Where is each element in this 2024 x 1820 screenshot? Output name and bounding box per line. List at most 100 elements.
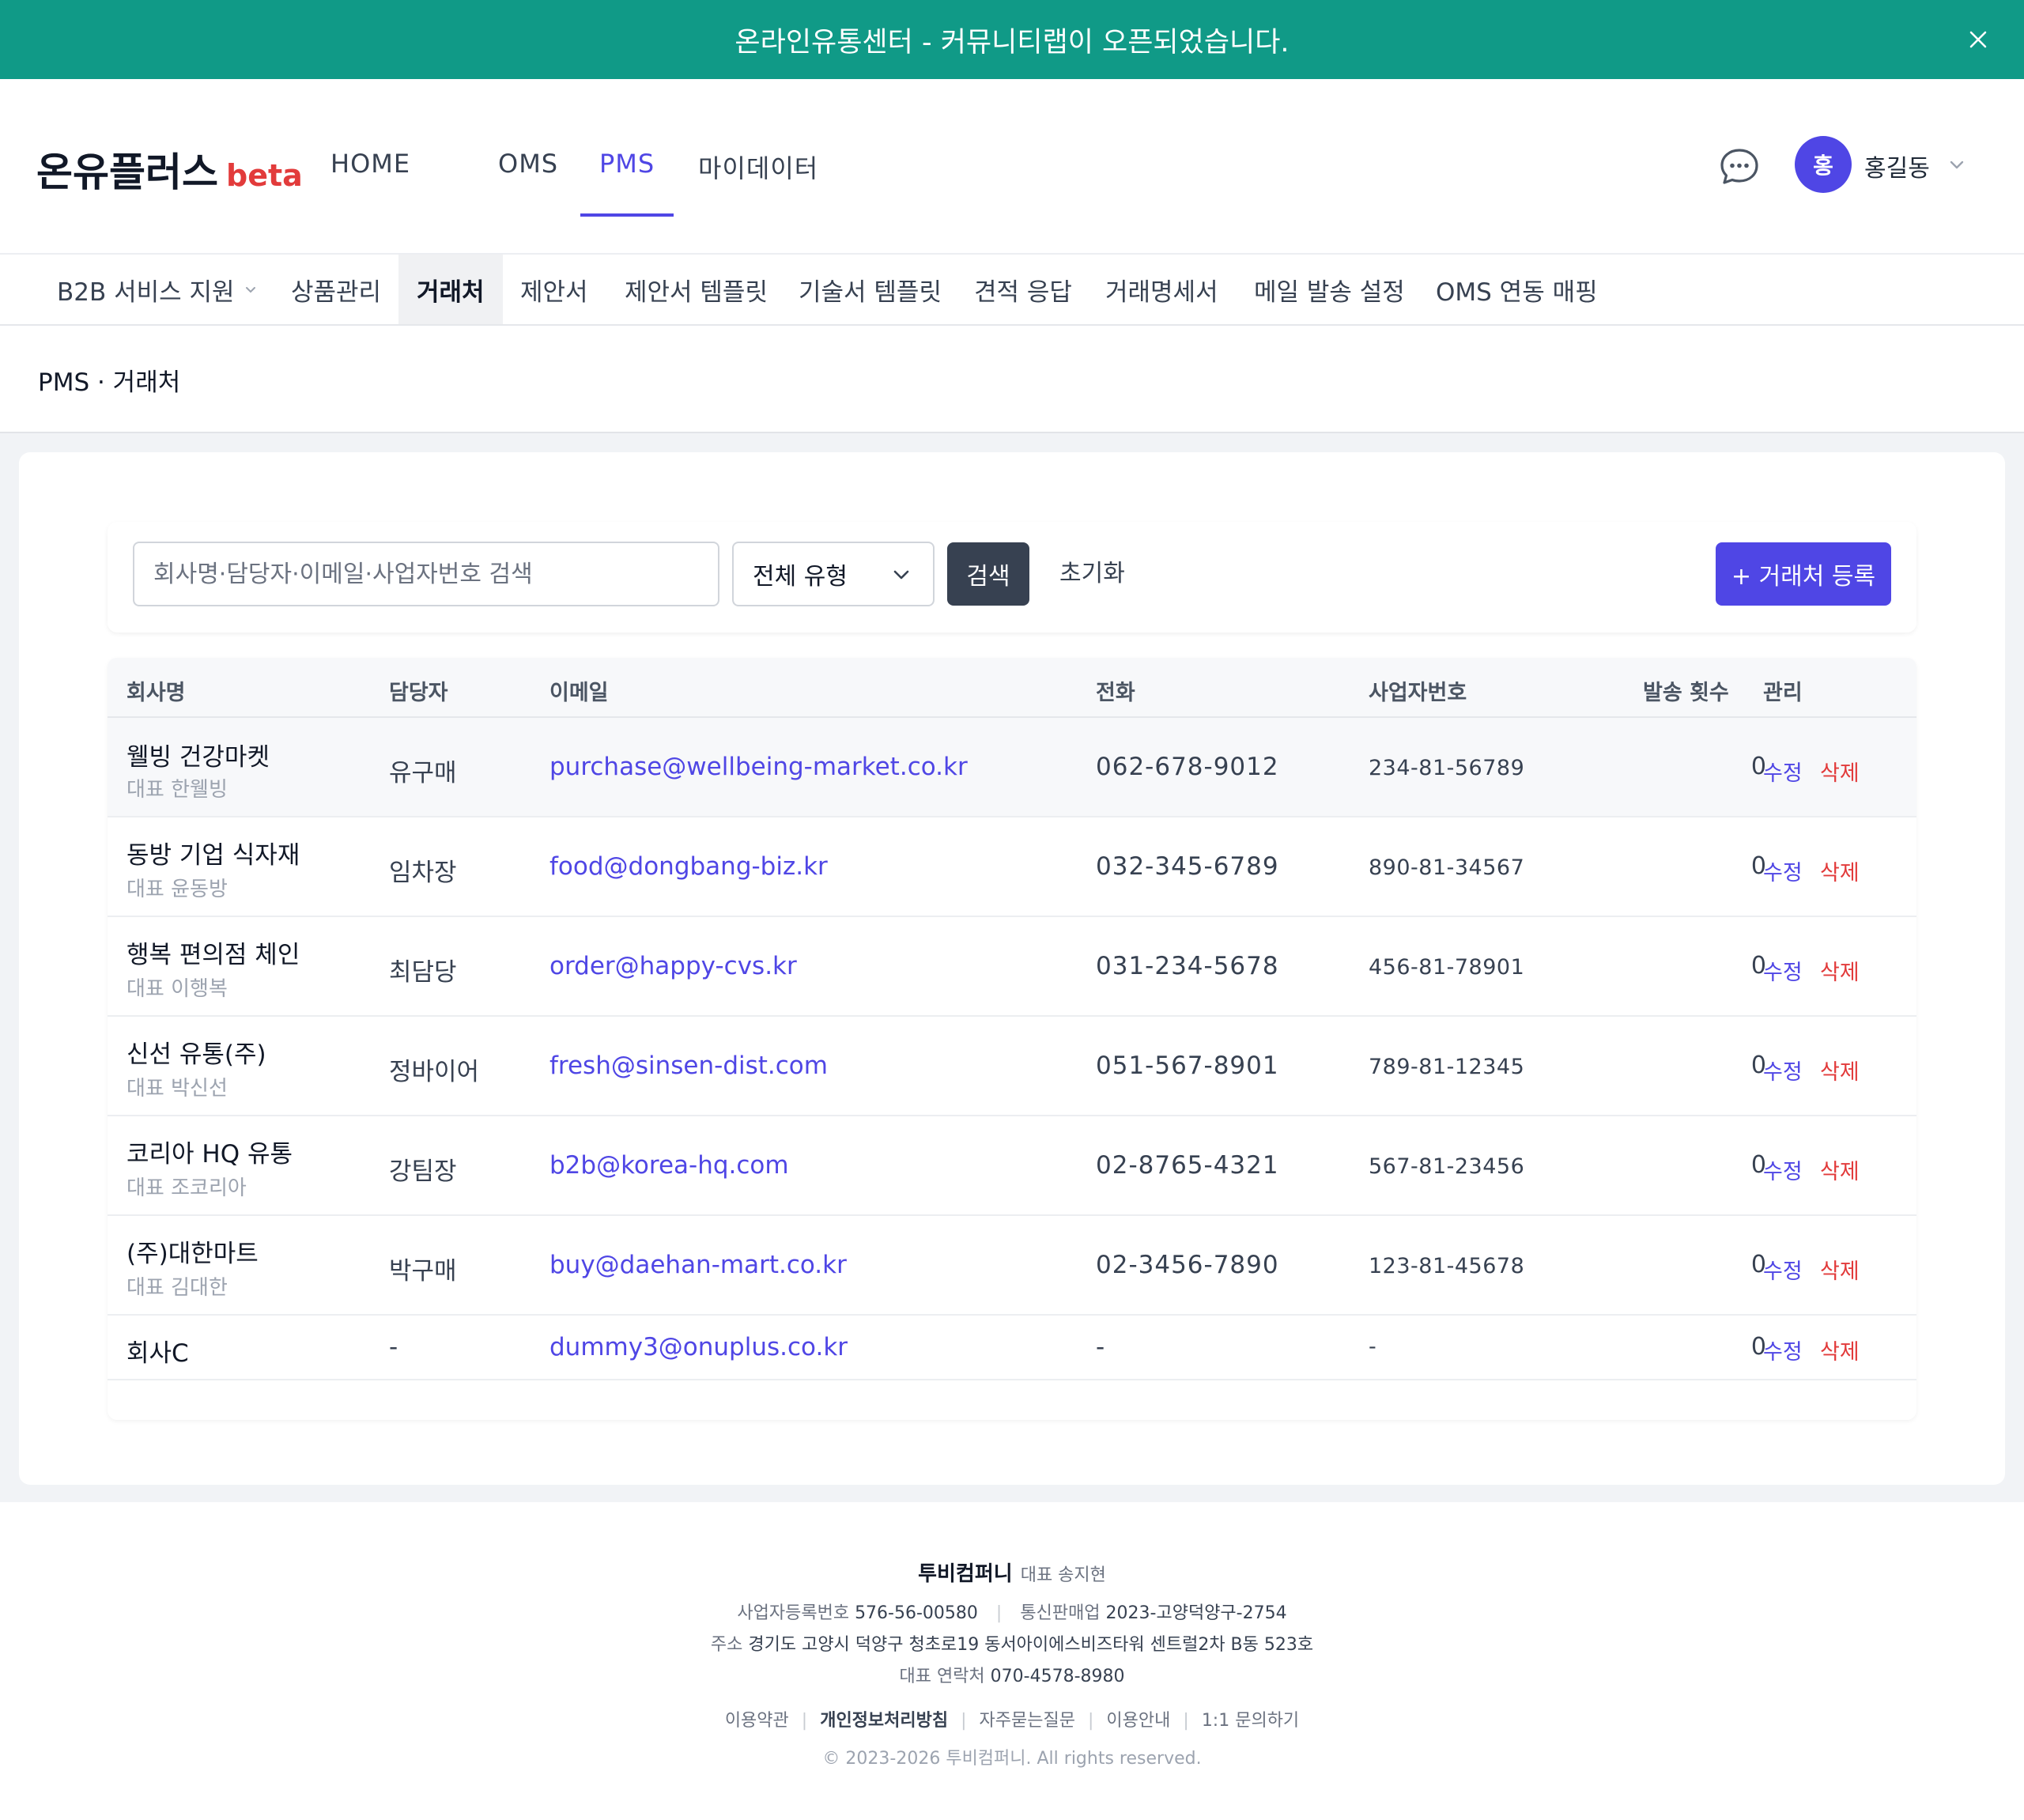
company-name: 신선 유통(주) [126,1040,266,1069]
search-button[interactable]: 검색 [947,542,1029,606]
col-sent-count[interactable]: 발송 횟수 [1643,675,1729,706]
edit-button[interactable]: 수정 [1763,1254,1803,1285]
ecommerce-label: 통신판매업 [1020,1603,1101,1623]
sent-count: 0 [1750,952,1766,980]
contact-name: 유구매 [389,759,457,787]
table-header: 회사명 담당자 이메일 전화 사업자번호 발송 횟수 관리 [108,658,1916,718]
delete-button[interactable]: 삭제 [1820,1254,1860,1285]
subnav-proposals[interactable]: 제안서 [501,255,607,324]
subnav-products[interactable]: 상품관리 [272,255,400,324]
avatar-initial: 홍 [1813,153,1833,179]
close-icon[interactable] [1961,22,1996,57]
biz-number: 890-81-34567 [1369,855,1525,880]
announcement-banner: 온라인유통센터 - 커뮤니티랩이 오픈되었습니다. [0,0,2024,79]
phone-number: 062-678-9012 [1096,753,1279,781]
type-select[interactable]: 전체 유형 [732,542,935,606]
subnav-label: 상품관리 [291,278,382,307]
table-row[interactable]: 웰빙 건강마켓 대표 한웰빙 유구매 purchase@wellbeing-ma… [108,718,1916,817]
edit-button[interactable]: 수정 [1763,1055,1803,1086]
contact-name: 최담당 [389,958,457,987]
edit-button[interactable]: 수정 [1763,756,1803,787]
chevron-down-icon[interactable] [1947,155,1967,176]
sub-nav: B2B 서비스 지원 상품관리 거래처 제안서 제안서 템플릿 기술서 템플릿 … [0,255,2024,326]
email-link[interactable]: purchase@wellbeing-market.co.kr [549,753,968,781]
table-row[interactable]: 코리아 HQ 유통 대표 조코리아 강팀장 b2b@korea-hq.com 0… [108,1116,1916,1216]
email-link[interactable]: dummy3@onuplus.co.kr [549,1333,848,1361]
subnav-b2b-support[interactable]: B2B 서비스 지원 [38,255,278,324]
delete-button[interactable]: 삭제 [1820,955,1860,986]
nav-home[interactable]: HOME [330,149,410,179]
footer-link-privacy[interactable]: 개인정보처리방침 [820,1711,948,1731]
subnav-statements[interactable]: 거래명세서 [1086,255,1237,324]
nav-pms[interactable]: PMS [599,149,655,179]
col-biz-number[interactable]: 사업자번호 [1369,675,1467,706]
footer-link-terms[interactable]: 이용약관 [725,1711,789,1731]
company-name: 동방 기업 식자재 [126,841,300,870]
sent-count: 0 [1750,753,1766,780]
footer-link-guide[interactable]: 이용안내 [1106,1711,1170,1731]
footer-link-faq[interactable]: 자주묻는질문 [980,1711,1075,1731]
copyright: © 2023-2026 투비컴퍼니. All rights reserved. [822,1749,1202,1769]
delete-button[interactable]: 삭제 [1820,855,1860,886]
subnav-label: OMS 연동 매핑 [1436,278,1598,307]
edit-button[interactable]: 수정 [1763,1154,1803,1185]
search-input[interactable] [133,542,719,606]
chat-icon[interactable] [1717,144,1762,188]
sent-count: 0 [1750,1151,1766,1179]
user-name[interactable]: 홍길동 [1864,149,1930,183]
logo[interactable]: 온유플러스 beta [36,141,303,198]
phone-number: 031-234-5678 [1096,952,1279,980]
subnav-clients[interactable]: 거래처 [398,255,503,324]
company-rep: 대표 한웰빙 [126,778,228,802]
address-label: 주소 [710,1635,743,1655]
col-email[interactable]: 이메일 [549,675,609,706]
col-company[interactable]: 회사명 [126,675,186,706]
subnav-label: 제안서 템플릿 [625,278,768,307]
table-row[interactable]: (주)대한마트 대표 김대한 박구매 buy@daehan-mart.co.kr… [108,1216,1916,1316]
delete-button[interactable]: 삭제 [1820,1154,1860,1185]
subnav-oms-mapping[interactable]: OMS 연동 매핑 [1417,255,1617,324]
edit-button[interactable]: 수정 [1763,955,1803,986]
email-link[interactable]: fresh@sinsen-dist.com [549,1052,828,1080]
beta-badge: beta [226,158,303,193]
nav-mydata[interactable]: 마이데이터 [698,149,818,185]
delete-button[interactable]: 삭제 [1820,756,1860,787]
edit-button[interactable]: 수정 [1763,1335,1803,1365]
clients-table: 회사명 담당자 이메일 전화 사업자번호 발송 횟수 관리 웰빙 건강마켓 대표… [108,658,1916,1420]
footer-link-inquiry[interactable]: 1:1 문의하기 [1202,1711,1299,1731]
edit-button[interactable]: 수정 [1763,855,1803,886]
subnav-quote-responses[interactable]: 견적 응답 [955,255,1091,324]
table-row[interactable]: 신선 유통(주) 대표 박신선 정바이어 fresh@sinsen-dist.c… [108,1017,1916,1116]
col-phone[interactable]: 전화 [1096,675,1135,706]
delete-button[interactable]: 삭제 [1820,1335,1860,1365]
reset-button[interactable]: 초기화 [1059,553,1125,588]
footer-company-name: 투비컴퍼니 [918,1562,1013,1586]
table-row[interactable]: 동방 기업 식자재 대표 윤동방 임차장 food@dongbang-biz.k… [108,817,1916,917]
nav-oms[interactable]: OMS [498,149,558,179]
email-link[interactable]: food@dongbang-biz.kr [549,852,828,881]
subnav-mail-settings[interactable]: 메일 발송 설정 [1235,255,1424,324]
contact-name: 박구매 [389,1257,457,1286]
table-row[interactable]: 회사C - dummy3@onuplus.co.kr - - 0 수정 삭제 [108,1316,1916,1380]
biz-number: 456-81-78901 [1369,955,1525,980]
contact-label: 대표 연락처 [899,1667,985,1686]
subnav-proposal-templates[interactable]: 제안서 템플릿 [606,255,787,324]
subnav-spec-templates[interactable]: 기술서 템플릿 [780,255,961,324]
email-link[interactable]: buy@daehan-mart.co.kr [549,1251,847,1279]
add-client-button[interactable]: + 거래처 등록 [1716,542,1891,606]
company-name: 웰빙 건강마켓 [126,743,270,772]
email-link[interactable]: order@happy-cvs.kr [549,952,797,980]
table-row[interactable]: 행복 편의점 체인 대표 이행복 최담당 order@happy-cvs.kr … [108,917,1916,1017]
chevron-down-icon [893,570,909,580]
delete-button[interactable]: 삭제 [1820,1055,1860,1086]
breadcrumb: PMS · 거래처 [38,368,181,397]
avatar[interactable]: 홍 [1795,136,1852,193]
col-contact[interactable]: 담당자 [389,675,448,706]
contact-name: 강팀장 [389,1157,457,1186]
contact-name: - [389,1333,398,1361]
email-link[interactable]: b2b@korea-hq.com [549,1151,789,1180]
company-rep: 대표 이행복 [126,977,228,1001]
contact-name: 임차장 [389,859,457,887]
footer-address: 주소 경기도 고양시 덕양구 청초로19 동서아이에스비즈타워 센트럴2차 B동… [0,1630,2024,1656]
chevron-down-icon [245,287,255,293]
